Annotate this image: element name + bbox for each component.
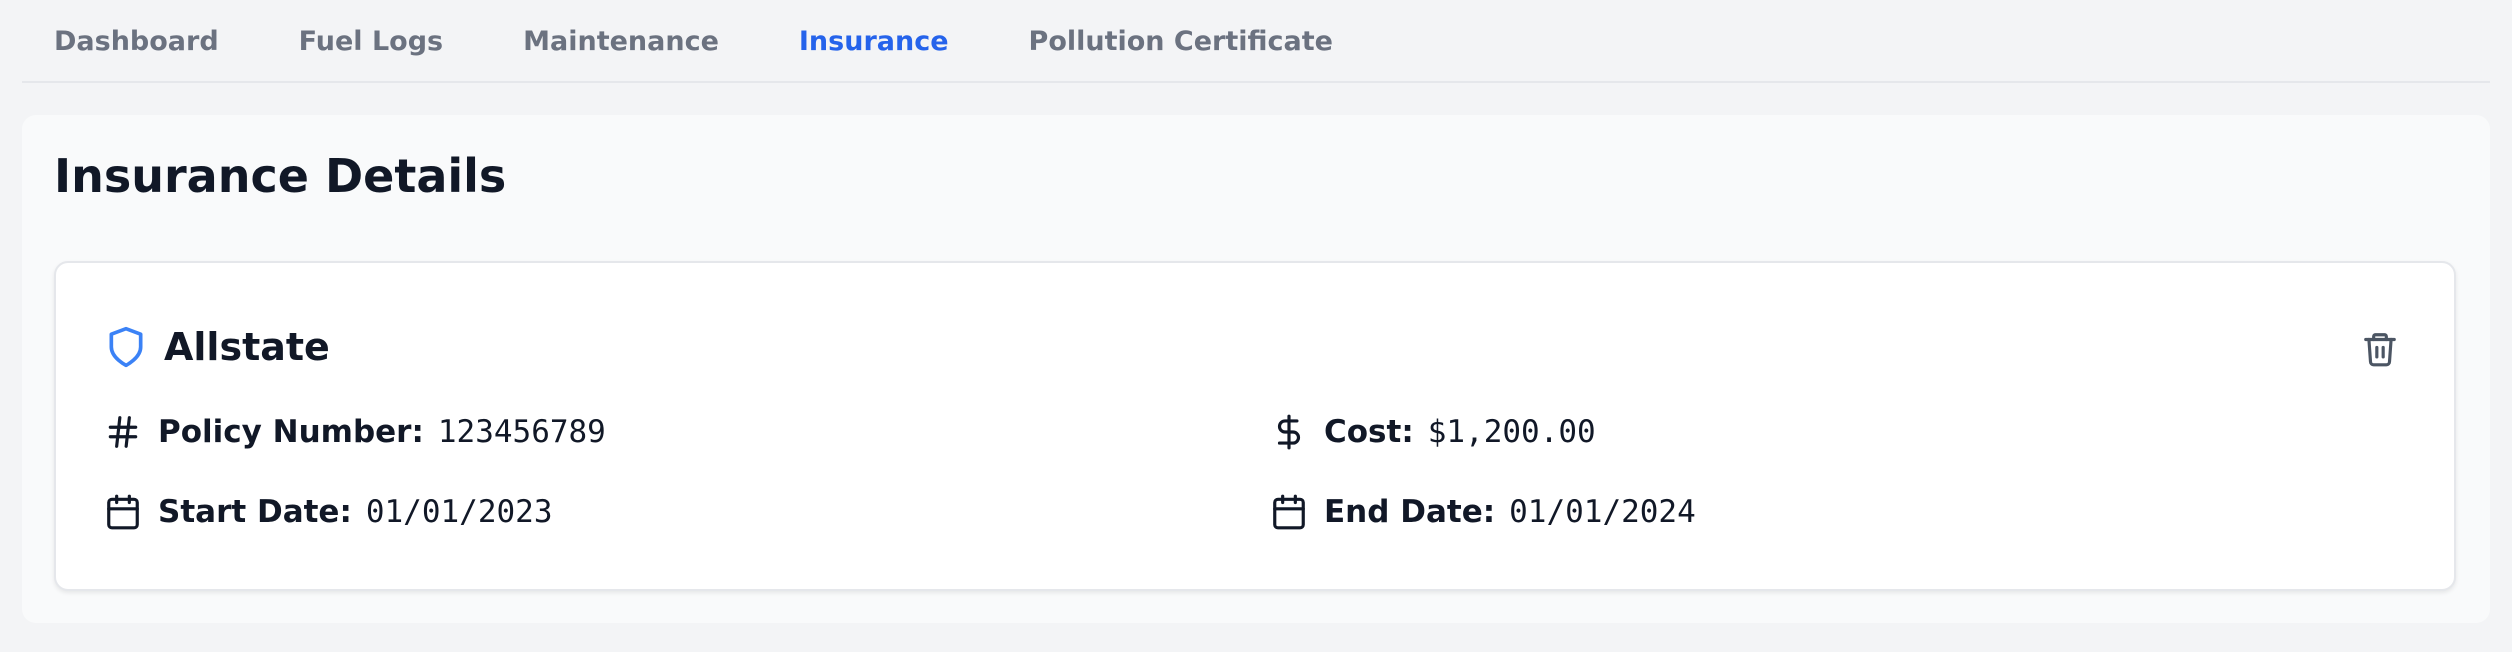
card-header: Allstate xyxy=(104,325,330,369)
trash-icon xyxy=(2361,330,2399,368)
cost-field: Cost: $1,200.00 xyxy=(1270,413,1596,451)
tab-bar: Dashboard Fuel Logs Maintenance Insuranc… xyxy=(22,0,2490,83)
policy-number-field: Policy Number: 123456789 xyxy=(104,413,606,451)
page-title: Insurance Details xyxy=(54,149,507,203)
tab-pollution-certificate[interactable]: Pollution Certificate xyxy=(1029,0,1333,81)
tab-maintenance[interactable]: Maintenance xyxy=(523,0,719,81)
hash-icon xyxy=(104,413,142,451)
end-date-label: End Date: xyxy=(1324,494,1496,530)
tab-fuel-logs[interactable]: Fuel Logs xyxy=(299,0,443,81)
policy-number-label: Policy Number: xyxy=(158,414,424,450)
start-date-value: 01/01/2023 xyxy=(365,494,553,530)
calendar-icon xyxy=(1270,493,1308,531)
insurance-panel: Insurance Details Allstate Policy Number… xyxy=(22,115,2490,623)
policy-number-value: 123456789 xyxy=(437,414,606,450)
insurance-card: Allstate Policy Number: 123456789 Cost: … xyxy=(54,261,2456,591)
delete-button[interactable] xyxy=(2360,329,2400,369)
shield-icon xyxy=(104,325,148,369)
start-date-field: Start Date: 01/01/2023 xyxy=(104,493,553,531)
insurance-provider: Allstate xyxy=(164,325,330,369)
dollar-icon xyxy=(1270,413,1308,451)
end-date-value: 01/01/2024 xyxy=(1509,494,1696,530)
tab-insurance[interactable]: Insurance xyxy=(799,0,949,81)
end-date-field: End Date: 01/01/2024 xyxy=(1270,493,1696,531)
tab-dashboard[interactable]: Dashboard xyxy=(54,0,219,81)
cost-label: Cost: xyxy=(1324,414,1414,450)
start-date-label: Start Date: xyxy=(158,494,352,530)
calendar-icon xyxy=(104,493,142,531)
cost-value: $1,200.00 xyxy=(1427,414,1596,450)
